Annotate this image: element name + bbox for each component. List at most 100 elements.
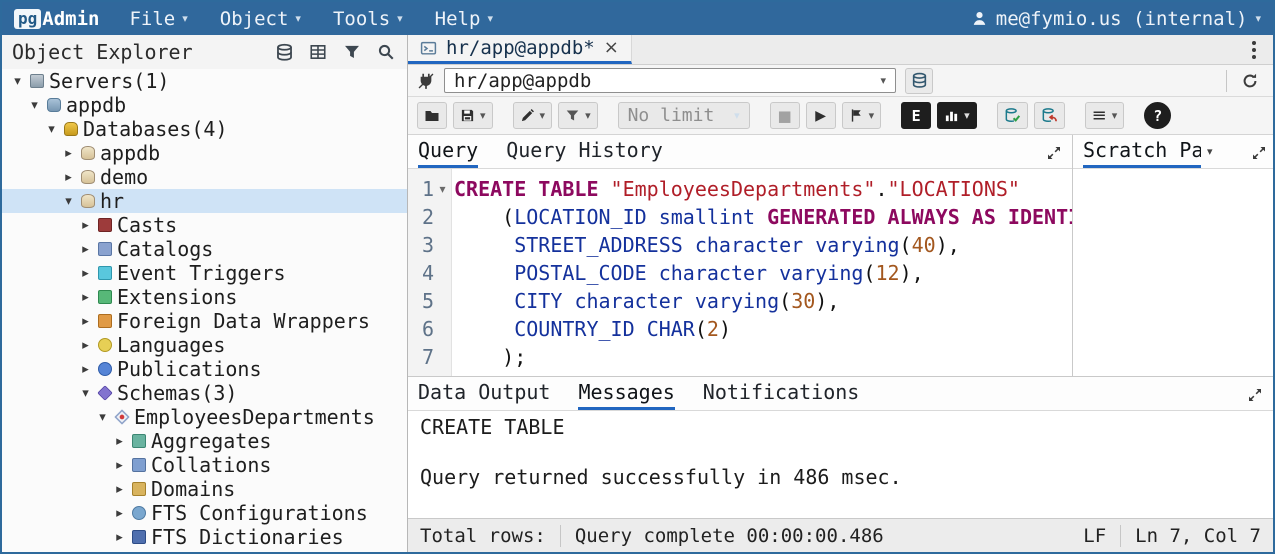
grid-icon[interactable] — [307, 41, 329, 63]
chevron-collapsed-icon[interactable]: ▸ — [61, 146, 76, 161]
execute-options-button[interactable]: ▾ — [842, 102, 882, 129]
explain-analyze-button[interactable]: ▾ — [937, 102, 977, 129]
rollback-button[interactable] — [1034, 102, 1065, 129]
chevron-down-icon: ▾ — [1255, 12, 1261, 25]
fold-marker-icon[interactable]: ▾ — [434, 175, 451, 203]
sql-editor[interactable]: 1▾CREATE TABLE "EmployeesDepartments"."L… — [408, 169, 1072, 376]
databases-icon — [64, 122, 78, 136]
chevron-collapsed-icon[interactable]: ▸ — [112, 482, 127, 497]
chevron-collapsed-icon[interactable]: ▸ — [112, 434, 127, 449]
output-tabs: Data Output Messages Notifications — [408, 377, 1273, 411]
search-icon[interactable] — [375, 41, 397, 63]
tab-messages[interactable]: Messages — [578, 377, 674, 410]
query-tool-icon — [420, 40, 437, 57]
tree-item-collations[interactable]: ▸Collations — [2, 453, 407, 477]
chevron-collapsed-icon[interactable]: ▸ — [78, 242, 93, 257]
tree-item-label: Catalogs — [117, 237, 213, 261]
sql-line: 6 COUNTRY_ID CHAR(2) — [408, 315, 1072, 343]
filter-icon[interactable] — [341, 41, 363, 63]
kebab-menu-icon[interactable] — [1245, 41, 1263, 59]
tree-item-foreign-data-wrappers[interactable]: ▸Foreign Data Wrappers — [2, 309, 407, 333]
query-tool-tab[interactable]: hr/app@appdb* × — [408, 35, 632, 64]
chevron-expanded-icon[interactable]: ▾ — [61, 194, 76, 209]
tree-item-employeesdepartments[interactable]: ▾EmployeesDepartments — [2, 405, 407, 429]
chevron-collapsed-icon[interactable]: ▸ — [112, 458, 127, 473]
close-icon[interactable]: × — [604, 39, 619, 57]
chevron-down-icon: ▾ — [880, 74, 886, 87]
open-file-button[interactable] — [417, 102, 447, 129]
scratch-pad-input[interactable] — [1073, 169, 1273, 376]
tree-item-schemas-3[interactable]: ▾Schemas(3) — [2, 381, 407, 405]
user-menu[interactable]: me@fymio.us (internal) ▾ — [971, 8, 1261, 30]
chevron-collapsed-icon[interactable]: ▸ — [112, 530, 127, 545]
tree-item-event-triggers[interactable]: ▸Event Triggers — [2, 261, 407, 285]
chevron-expanded-icon[interactable]: ▾ — [95, 410, 110, 425]
macros-button[interactable]: ≡ ▾ — [1085, 102, 1125, 129]
list-icon: ≡ — [1092, 105, 1107, 126]
tree-item-appdb[interactable]: ▾appdb — [2, 93, 407, 117]
row-limit-select[interactable]: No limit ▾ — [618, 102, 750, 129]
tree-item-domains[interactable]: ▸ Domains — [2, 477, 407, 501]
help-button[interactable]: ? — [1144, 102, 1171, 129]
fts-configuration-icon — [132, 506, 146, 520]
tree-item-hr[interactable]: ▾hr — [2, 189, 407, 213]
chevron-down-icon: ▾ — [182, 12, 188, 25]
sql-code-text: (LOCATION_ID smallint GENERATED ALWAYS A… — [451, 203, 1072, 231]
cancel-query-button[interactable]: ■ — [770, 102, 800, 129]
chevron-collapsed-icon[interactable]: ▸ — [78, 218, 93, 233]
chevron-collapsed-icon[interactable]: ▸ — [78, 266, 93, 281]
chevron-expanded-icon[interactable]: ▾ — [27, 98, 42, 113]
menu-help[interactable]: Help▾ — [435, 8, 493, 30]
chevron-collapsed-icon[interactable]: ▸ — [78, 338, 93, 353]
tab-data-output[interactable]: Data Output — [418, 377, 550, 410]
chevron-collapsed-icon[interactable]: ▸ — [112, 506, 127, 521]
tree-item-servers-1[interactable]: ▾ Servers(1) — [2, 69, 407, 93]
tree-item-fts-dictionaries[interactable]: ▸ FTS Dictionaries — [2, 525, 407, 549]
database-stack-icon[interactable] — [273, 41, 295, 63]
menu-tools[interactable]: Tools▾ — [333, 8, 403, 30]
tree-item-demo[interactable]: ▸demo — [2, 165, 407, 189]
tab-notifications[interactable]: Notifications — [703, 377, 860, 410]
menu-file[interactable]: File▾ — [129, 8, 187, 30]
chevron-collapsed-icon[interactable]: ▸ — [78, 362, 93, 377]
expand-icon[interactable] — [1247, 382, 1263, 406]
execute-button[interactable]: ▶ — [806, 102, 836, 129]
tree-item-fts-configurations[interactable]: ▸FTS Configurations — [2, 501, 407, 525]
chevron-collapsed-icon[interactable]: ▸ — [78, 290, 93, 305]
chevron-collapsed-icon[interactable]: ▸ — [61, 170, 76, 185]
chevron-expanded-icon[interactable]: ▾ — [10, 74, 25, 89]
tree-item-aggregates[interactable]: ▸Aggregates — [2, 429, 407, 453]
tree-item-label: Servers(1) — [49, 69, 169, 93]
pgadmin-logo-text: Admin — [42, 8, 99, 30]
tree-item-languages[interactable]: ▸Languages — [2, 333, 407, 357]
connection-select[interactable]: hr/app@appdb ▾ — [444, 68, 896, 93]
tree-item-label: Domains — [151, 477, 235, 501]
tree-item-casts[interactable]: ▸Casts — [2, 213, 407, 237]
tree-item-label: FTS Dictionaries — [151, 525, 344, 549]
menu-object[interactable]: Object▾ — [220, 8, 301, 30]
tree-item-catalogs[interactable]: ▸ Catalogs — [2, 237, 407, 261]
save-button[interactable]: ▾ — [453, 102, 493, 129]
expand-icon[interactable] — [1251, 140, 1267, 164]
tree-item-publications[interactable]: ▸Publications — [2, 357, 407, 381]
tree-item-extensions[interactable]: ▸Extensions — [2, 285, 407, 309]
scratch-pad-tab[interactable]: Scratch Pa — [1083, 135, 1201, 168]
tab-query[interactable]: Query — [418, 135, 478, 168]
fold-spacer — [434, 343, 451, 371]
chevron-collapsed-icon[interactable]: ▸ — [78, 314, 93, 329]
refresh-layout-button[interactable] — [1236, 68, 1264, 94]
chevron-down-icon[interactable]: ▾ — [1207, 145, 1213, 158]
chevron-expanded-icon[interactable]: ▾ — [78, 386, 93, 401]
tree-item-databases-4[interactable]: ▾Databases(4) — [2, 117, 407, 141]
commit-button[interactable] — [997, 102, 1028, 129]
divider — [1226, 70, 1227, 92]
explain-button[interactable]: E — [901, 102, 931, 129]
tab-query-history[interactable]: Query History — [506, 135, 663, 168]
filter-button[interactable]: ▾ — [558, 102, 598, 129]
expand-icon[interactable] — [1046, 140, 1062, 164]
new-connection-button[interactable] — [905, 68, 933, 94]
messages-output: CREATE TABLE Query returned successfully… — [408, 411, 1273, 518]
chevron-expanded-icon[interactable]: ▾ — [44, 122, 59, 137]
tree-item-appdb[interactable]: ▸appdb — [2, 141, 407, 165]
edit-menu-button[interactable]: ▾ — [513, 102, 553, 129]
